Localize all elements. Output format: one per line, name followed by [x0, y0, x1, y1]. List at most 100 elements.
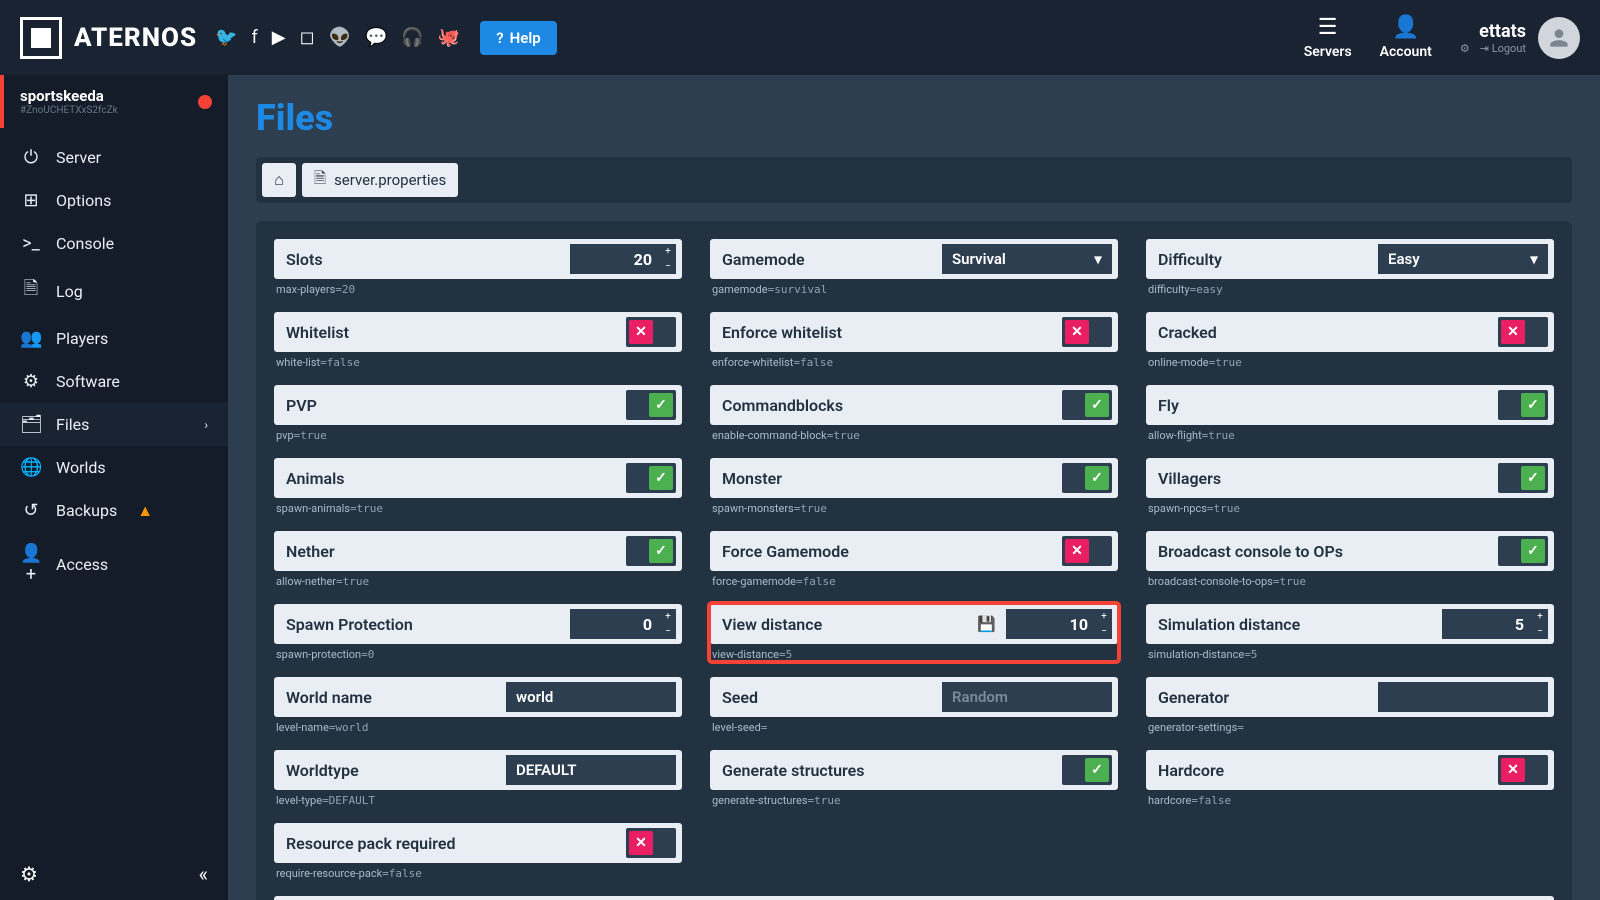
breadcrumb-home-icon[interactable]: ⌂	[262, 163, 296, 197]
simulation-distance-spinner[interactable]: +−	[1532, 609, 1548, 639]
help-button[interactable]: ? Help	[480, 21, 556, 55]
sidebar-item-access[interactable]: 👤+Access	[0, 532, 228, 596]
reddit-icon[interactable]: 👽	[329, 27, 351, 48]
breadcrumb-file[interactable]: 🗎 server.properties	[302, 163, 458, 197]
force-gamemode-toggle[interactable]: ✕	[1062, 536, 1112, 566]
sidebar-item-software[interactable]: ⚙Software	[0, 360, 228, 403]
setting-meta: simulation-distance=5	[1146, 644, 1554, 661]
setting-label: Broadcast console to OPs	[1158, 542, 1498, 561]
fly-toggle[interactable]: ✓	[1498, 390, 1548, 420]
spawn-protection-spinner[interactable]: +−	[660, 609, 676, 639]
social-icons: 🐦 f ▶ ◻ 👽 💬 🎧 🐙	[215, 27, 460, 48]
view-distance-spinner[interactable]: +−	[1096, 609, 1112, 639]
gamemode-select[interactable]: Survival	[942, 244, 1112, 274]
sidebar-item-options[interactable]: ⊞Options	[0, 179, 228, 222]
setting-label: World name	[286, 688, 506, 707]
github-icon[interactable]: 🐙	[438, 27, 460, 48]
youtube-icon[interactable]: ▶	[272, 27, 286, 48]
inc-button[interactable]: +	[1096, 609, 1112, 624]
generator-input[interactable]	[1378, 682, 1548, 712]
page-title: Files	[256, 97, 1572, 139]
simulation-distance-input[interactable]	[1442, 609, 1532, 639]
broadcast-toggle[interactable]: ✓	[1498, 536, 1548, 566]
sidebar-item-worlds[interactable]: 🌐Worlds	[0, 446, 228, 489]
server-badge[interactable]: sportskeeda #ZnoUCHETXxS2fcZk	[0, 75, 228, 128]
view-distance-input[interactable]	[1006, 609, 1096, 639]
cracked-toggle[interactable]: ✕	[1498, 317, 1548, 347]
sidebar-item-label: Worlds	[56, 458, 106, 477]
inc-button[interactable]: +	[1532, 609, 1548, 624]
breadcrumb-file-label: server.properties	[334, 171, 446, 189]
account-icon: 👤	[1392, 15, 1419, 40]
sidebar-item-log[interactable]: 🗎Log	[0, 265, 228, 317]
sidebar-item-players[interactable]: 👥Players	[0, 317, 228, 360]
collapse-icon[interactable]: «	[199, 862, 208, 886]
logo[interactable]: ATERNOS	[20, 17, 197, 59]
spawn-protection-input[interactable]	[570, 609, 660, 639]
resource-pack-required-toggle[interactable]: ✕	[626, 828, 676, 858]
user-block: ettats ⚙ ⇥ Logout	[1460, 17, 1580, 59]
difficulty-select[interactable]: Easy	[1378, 244, 1548, 274]
world-name-input[interactable]	[506, 682, 676, 712]
worldtype-input[interactable]	[506, 755, 676, 785]
setting-difficulty: DifficultyEasydifficulty=easy	[1146, 239, 1554, 296]
facebook-icon[interactable]: f	[252, 27, 258, 48]
server-icon: ⏻	[20, 147, 42, 168]
setting-label: Whitelist	[286, 323, 626, 342]
monster-toggle[interactable]: ✓	[1062, 463, 1112, 493]
sidebar-item-label: Files	[56, 415, 89, 434]
nether-toggle[interactable]: ✓	[626, 536, 676, 566]
setting-label: Difficulty	[1158, 250, 1378, 269]
setting-meta: spawn-npcs=true	[1146, 498, 1554, 515]
instagram-icon[interactable]: ◻	[300, 27, 315, 48]
generate-structures-toggle[interactable]: ✓	[1062, 755, 1112, 785]
teamspeak-icon[interactable]: 🎧	[401, 27, 423, 48]
twitter-icon[interactable]: 🐦	[215, 27, 237, 48]
dec-button[interactable]: −	[1096, 624, 1112, 639]
user-name: ettats	[1460, 21, 1526, 42]
slots-spinner[interactable]: +−	[660, 244, 676, 274]
inc-button[interactable]: +	[660, 609, 676, 624]
setting-label: Nether	[286, 542, 626, 561]
setting-meta: online-mode=true	[1146, 352, 1554, 369]
setting-commandblocks: Commandblocks✓enable-command-block=true	[710, 385, 1118, 442]
animals-toggle[interactable]: ✓	[626, 463, 676, 493]
dec-button[interactable]: −	[660, 624, 676, 639]
pvp-toggle[interactable]: ✓	[626, 390, 676, 420]
gear-icon[interactable]: ⚙	[20, 862, 38, 886]
commandblocks-toggle[interactable]: ✓	[1062, 390, 1112, 420]
discord-icon[interactable]: 💬	[365, 27, 387, 48]
seed-input[interactable]	[942, 682, 1112, 712]
dec-button[interactable]: −	[1532, 624, 1548, 639]
setting-meta: broadcast-console-to-ops=true	[1146, 571, 1554, 588]
setting-generate-structures: Generate structures✓generate-structures=…	[710, 750, 1118, 807]
nav-account[interactable]: 👤 Account	[1380, 15, 1432, 60]
save-icon[interactable]: 💾	[977, 615, 996, 633]
slots-input[interactable]	[570, 244, 660, 274]
file-icon: 🗎	[314, 168, 326, 193]
hardcore-toggle[interactable]: ✕	[1498, 755, 1548, 785]
nav-servers-label: Servers	[1304, 44, 1352, 60]
sidebar-item-label: Log	[56, 282, 83, 301]
setting-meta: spawn-protection=0	[274, 644, 682, 661]
sidebar-item-files[interactable]: 🗂Files›	[0, 403, 228, 446]
setting-meta: enable-command-block=true	[710, 425, 1118, 442]
sidebar-item-backups[interactable]: ↺Backups▲	[0, 489, 228, 532]
enforce-whitelist-toggle[interactable]: ✕	[1062, 317, 1112, 347]
content: Files ⌂ 🗎 server.properties Slots+−max-p…	[228, 75, 1600, 900]
setting-label: Spawn Protection	[286, 615, 570, 634]
setting-generator: Generatorgenerator-settings=	[1146, 677, 1554, 734]
setting-meta: force-gamemode=false	[710, 571, 1118, 588]
logout-link[interactable]: ⇥ Logout	[1480, 42, 1526, 55]
villagers-toggle[interactable]: ✓	[1498, 463, 1548, 493]
dec-button[interactable]: −	[660, 259, 676, 274]
nav-servers[interactable]: ☰ Servers	[1304, 15, 1352, 60]
settings-icon[interactable]: ⚙	[1460, 42, 1470, 55]
avatar[interactable]	[1538, 17, 1580, 59]
warn-icon: ▲	[137, 501, 153, 521]
whitelist-toggle[interactable]: ✕	[626, 317, 676, 347]
setting-meta: spawn-monsters=true	[710, 498, 1118, 515]
sidebar-item-server[interactable]: ⏻Server	[0, 136, 228, 179]
sidebar-item-console[interactable]: >_Console	[0, 222, 228, 265]
inc-button[interactable]: +	[660, 244, 676, 259]
